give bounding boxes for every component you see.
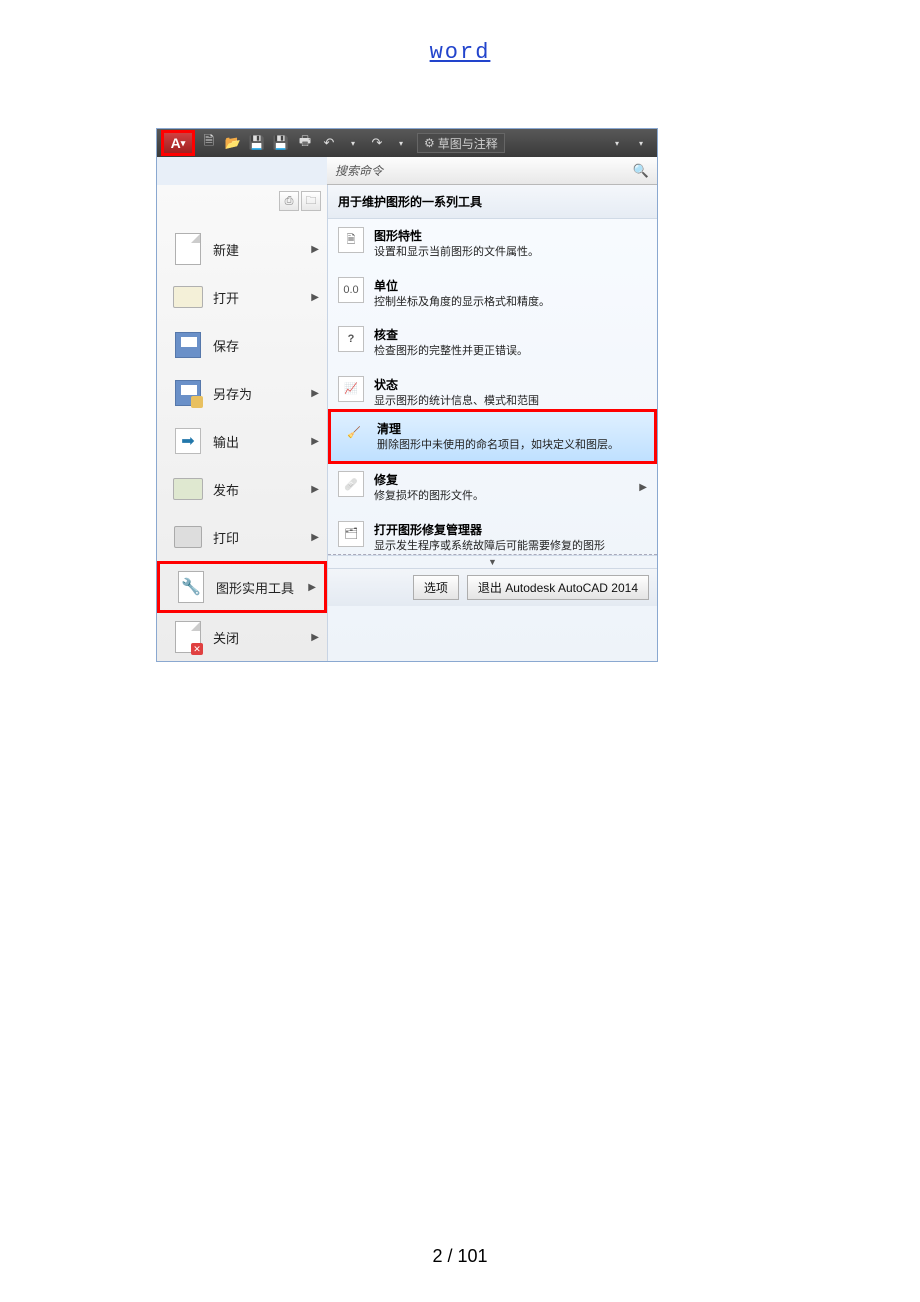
menu-open[interactable]: 打开 ▶ [157, 273, 327, 321]
folder-icon [173, 286, 203, 308]
item-mgr-title: 打开图形修复管理器 [374, 521, 647, 538]
menu-utils-label: 图形实用工具 [216, 578, 308, 597]
menu-publish-label: 发布 [213, 480, 311, 499]
undo-drop-icon[interactable]: ▾ [343, 133, 363, 153]
new-icon[interactable]: 🗎 [199, 133, 219, 153]
chevron-right-icon: ▶ [308, 582, 316, 593]
menu-save-label: 保存 [213, 336, 319, 355]
purge-broom-icon: 🧹 [341, 420, 367, 446]
chevron-right-icon: ▶ [311, 388, 319, 399]
disk-icon [175, 332, 201, 358]
saveas-icon[interactable]: 💾 [271, 133, 291, 153]
close-file-icon: ✕ [175, 621, 201, 653]
open-icon[interactable]: 📂 [223, 133, 243, 153]
item-units-desc: 控制坐标及角度的显示格式和精度。 [374, 294, 647, 311]
chevron-right-icon: ▶ [639, 482, 647, 493]
menu-save[interactable]: 保存 [157, 321, 327, 369]
menu-close[interactable]: ✕ 关闭 ▶ [157, 613, 327, 661]
properties-icon: 🗎 [338, 227, 364, 253]
recent-docs-icon[interactable]: ⎙ [279, 191, 299, 211]
qat-customize-icon[interactable]: ▾ [631, 133, 651, 153]
audit-icon: ? [338, 326, 364, 352]
units-icon: 0.0 [338, 277, 364, 303]
word-link[interactable]: word [430, 40, 491, 65]
chevron-right-icon: ▶ [311, 532, 319, 543]
item-mgr-desc: 显示发生程序或系统故障后可能需要修复的图形 [374, 538, 647, 552]
menu-export-label: 输出 [213, 432, 311, 451]
export-icon: ➡ [175, 428, 201, 454]
gear-icon: ⚙ [424, 136, 435, 150]
publish-icon [173, 478, 203, 500]
item-audit-desc: 检查图形的完整性并更正错误。 [374, 343, 647, 360]
printer-icon [174, 526, 202, 548]
scroll-down-icon[interactable]: ▼ [328, 555, 657, 568]
submenu-heading: 用于维护图形的一系列工具 [328, 185, 657, 219]
undo-icon[interactable]: ↶ [319, 133, 339, 153]
item-recover-desc: 修复损坏的图形文件。 [374, 488, 629, 505]
autocad-menu-screenshot: A▾ 🗎 📂 💾 💾 🖶 ↶ ▾ ↷ ▾ ⚙ 草图与注释 ▾ ▾ 搜索命令 🔍 … [156, 128, 658, 662]
item-recovery-manager[interactable]: 🗂 打开图形修复管理器 显示发生程序或系统故障后可能需要修复的图形 [328, 513, 657, 555]
item-audit-title: 核查 [374, 326, 647, 343]
quick-access-toolbar: A▾ 🗎 📂 💾 💾 🖶 ↶ ▾ ↷ ▾ ⚙ 草图与注释 ▾ ▾ [157, 129, 657, 157]
item-properties-desc: 设置和显示当前图形的文件属性。 [374, 244, 647, 261]
menu-open-label: 打开 [213, 288, 311, 307]
recover-icon: 🩹 [338, 471, 364, 497]
app-menu-footer: 选项 退出 Autodesk AutoCAD 2014 [328, 568, 657, 606]
print-icon[interactable]: 🖶 [295, 133, 315, 153]
item-audit[interactable]: ? 核查 检查图形的完整性并更正错误。 [328, 318, 657, 368]
menu-publish[interactable]: 发布 ▶ [157, 465, 327, 513]
menu-close-label: 关闭 [213, 628, 311, 647]
item-recover[interactable]: 🩹 修复 修复损坏的图形文件。 ▶ [328, 463, 657, 513]
app-menu-left: ⎙ 🗀 新建 ▶ 打开 ▶ 保存 另存为 ▶ [157, 185, 327, 661]
chevron-right-icon: ▶ [311, 632, 319, 643]
menu-saveas-label: 另存为 [213, 384, 311, 403]
save-icon[interactable]: 💾 [247, 133, 267, 153]
item-properties[interactable]: 🗎 图形特性 设置和显示当前图形的文件属性。 [328, 219, 657, 269]
item-purge-title: 清理 [377, 420, 644, 437]
recovery-manager-icon: 🗂 [338, 521, 364, 547]
wrench-icon: 🔧 [178, 571, 204, 603]
item-recover-title: 修复 [374, 471, 629, 488]
menu-saveas[interactable]: 另存为 ▶ [157, 369, 327, 417]
options-button[interactable]: 选项 [413, 575, 459, 600]
utilities-submenu: 用于维护图形的一系列工具 🗎 图形特性 设置和显示当前图形的文件属性。 0.0 … [327, 185, 657, 661]
item-purge[interactable]: 🧹 清理 删除图形中未使用的命名项目，如块定义和图层。 [328, 409, 657, 465]
item-status[interactable]: 📈 状态 显示图形的统计信息、模式和范围 [328, 368, 657, 410]
item-units-title: 单位 [374, 277, 647, 294]
menu-print[interactable]: 打印 ▶ [157, 513, 327, 561]
new-file-icon [175, 233, 201, 265]
workspace-selector[interactable]: ⚙ 草图与注释 [417, 133, 505, 153]
exit-button[interactable]: 退出 Autodesk AutoCAD 2014 [467, 575, 649, 600]
status-icon: 📈 [338, 376, 364, 402]
search-bar: 搜索命令 🔍 [327, 157, 657, 185]
chevron-right-icon: ▶ [311, 244, 319, 255]
app-menu-button[interactable]: A▾ [161, 130, 195, 156]
workspace-drop-icon[interactable]: ▾ [607, 133, 627, 153]
chevron-right-icon: ▶ [311, 436, 319, 447]
menu-new-label: 新建 [213, 240, 311, 259]
item-purge-desc: 删除图形中未使用的命名项目，如块定义和图层。 [377, 437, 644, 454]
redo-icon[interactable]: ↷ [367, 133, 387, 153]
open-docs-icon[interactable]: 🗀 [301, 191, 321, 211]
chevron-right-icon: ▶ [311, 292, 319, 303]
chevron-right-icon: ▶ [311, 484, 319, 495]
workspace-label: 草图与注释 [438, 135, 498, 152]
item-units[interactable]: 0.0 单位 控制坐标及角度的显示格式和精度。 [328, 269, 657, 319]
item-status-desc: 显示图形的统计信息、模式和范围 [374, 393, 647, 407]
item-properties-title: 图形特性 [374, 227, 647, 244]
item-status-title: 状态 [374, 376, 647, 393]
menu-new[interactable]: 新建 ▶ [157, 225, 327, 273]
menu-export[interactable]: ➡ 输出 ▶ [157, 417, 327, 465]
menu-drawing-utilities[interactable]: 🔧 图形实用工具 ▶ [157, 561, 327, 613]
search-input[interactable]: 搜索命令 [335, 162, 633, 179]
menu-print-label: 打印 [213, 528, 311, 547]
page-number: 2 / 101 [432, 1246, 487, 1267]
disk-pencil-icon [175, 380, 201, 406]
redo-drop-icon[interactable]: ▾ [391, 133, 411, 153]
search-icon[interactable]: 🔍 [633, 163, 649, 179]
